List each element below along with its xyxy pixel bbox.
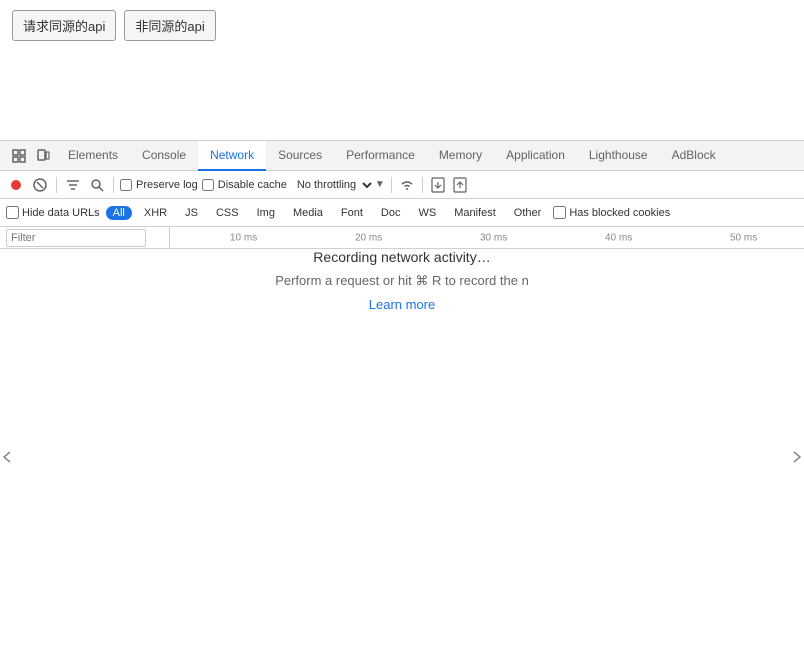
import-har-icon[interactable]	[429, 176, 447, 194]
separator-2	[113, 177, 114, 193]
filter-manifest[interactable]: Manifest	[448, 206, 502, 220]
tab-memory[interactable]: Memory	[427, 141, 494, 171]
scroll-left-arrow[interactable]	[0, 450, 14, 464]
hide-data-urls-input[interactable]	[6, 206, 19, 219]
tab-elements[interactable]: Elements	[56, 141, 130, 171]
network-toolbar: Preserve log Disable cache No throttling…	[0, 171, 804, 199]
scroll-right-arrow[interactable]	[790, 450, 804, 464]
has-blocked-cookies-checkbox[interactable]: Has blocked cookies	[553, 206, 670, 219]
device-toolbar-icon[interactable]	[32, 145, 54, 167]
preserve-log-input[interactable]	[120, 179, 132, 191]
tab-adblock[interactable]: AdBlock	[660, 141, 728, 171]
tab-application[interactable]: Application	[494, 141, 577, 171]
filter-css[interactable]: CSS	[210, 206, 245, 220]
tab-console[interactable]: Console	[130, 141, 198, 171]
filter-other[interactable]: Other	[508, 206, 548, 220]
throttle-select[interactable]: No throttling	[291, 178, 375, 192]
separator-3	[391, 177, 392, 193]
wifi-icon[interactable]	[398, 176, 416, 194]
timeline-label-30ms: 30 ms	[480, 233, 507, 244]
separator-1	[56, 177, 57, 193]
filter-icon[interactable]	[63, 175, 83, 195]
disable-cache-input[interactable]	[202, 179, 214, 191]
tab-network[interactable]: Network	[198, 141, 266, 171]
hide-data-urls-checkbox[interactable]: Hide data URLs	[6, 206, 100, 219]
filter-font[interactable]: Font	[335, 206, 369, 220]
learn-more-link[interactable]: Learn more	[369, 297, 435, 312]
filter-bar: Hide data URLs All XHR JS CSS Img Media …	[0, 199, 804, 227]
has-blocked-cookies-input[interactable]	[553, 206, 566, 219]
preserve-log-checkbox[interactable]: Preserve log	[120, 179, 198, 191]
same-origin-button[interactable]: 请求同源的api	[12, 10, 116, 41]
tab-lighthouse[interactable]: Lighthouse	[577, 141, 660, 171]
tab-sources[interactable]: Sources	[266, 141, 334, 171]
filter-js[interactable]: JS	[179, 206, 204, 220]
inspect-icon[interactable]	[8, 145, 30, 167]
tab-performance[interactable]: Performance	[334, 141, 427, 171]
page-content: 请求同源的api 非同源的api	[0, 0, 804, 140]
devtools-panel: Elements Console Network Sources Perform…	[0, 140, 804, 664]
filter-media[interactable]: Media	[287, 206, 329, 220]
perform-text: Perform a request or hit ⌘ R to record t…	[275, 273, 529, 289]
record-button[interactable]	[6, 175, 26, 195]
throttle-arrow-icon: ▼	[375, 179, 385, 190]
timeline-label-20ms: 20 ms	[355, 233, 382, 244]
recording-text: Recording network activity…	[313, 249, 490, 265]
separator-4	[422, 177, 423, 193]
filter-all[interactable]: All	[106, 206, 132, 220]
disable-cache-checkbox[interactable]: Disable cache	[202, 179, 287, 191]
empty-state: Recording network activity… Perform a re…	[0, 249, 804, 312]
clear-button[interactable]	[30, 175, 50, 195]
filter-text-input[interactable]	[6, 229, 146, 247]
filter-xhr[interactable]: XHR	[138, 206, 173, 220]
timeline-label-40ms: 40 ms	[605, 233, 632, 244]
search-icon[interactable]	[87, 175, 107, 195]
filter-doc[interactable]: Doc	[375, 206, 407, 220]
filter-img[interactable]: Img	[251, 206, 281, 220]
timeline-label-50ms: 50 ms	[730, 233, 757, 244]
network-area: 10 ms 20 ms 30 ms 40 ms 50 ms 60 ms	[0, 227, 804, 664]
devtools-tab-bar: Elements Console Network Sources Perform…	[0, 141, 804, 171]
export-har-icon[interactable]	[451, 176, 469, 194]
filter-ws[interactable]: WS	[412, 206, 442, 220]
cross-origin-button[interactable]: 非同源的api	[124, 10, 215, 41]
timeline-label-10ms: 10 ms	[230, 233, 257, 244]
